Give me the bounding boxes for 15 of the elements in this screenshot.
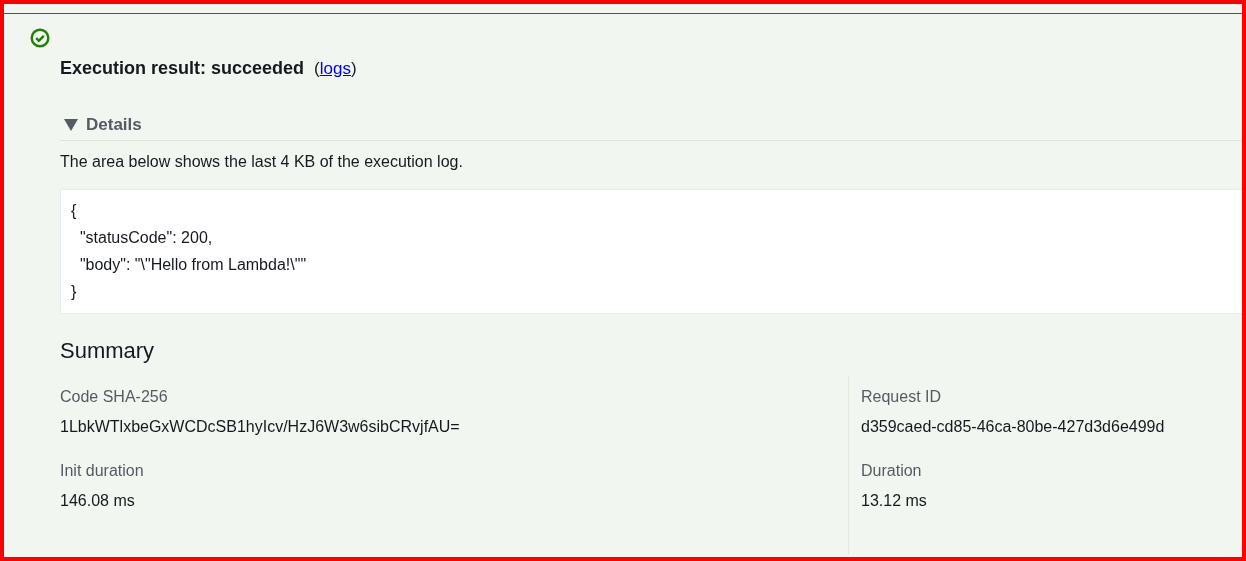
summary-heading: Summary — [60, 338, 156, 364]
field-value: 146.08 ms — [60, 491, 136, 511]
field-value: 13.12 ms — [861, 491, 928, 511]
description-text: The area below shows the last 4 KB of the execution log. — [60, 153, 464, 171]
logs-link[interactable]: (logs) — [314, 59, 357, 79]
result-title: Execution result: succeeded — [60, 58, 305, 79]
caret-icon — [64, 119, 78, 131]
field-value: 1LbkWTlxbeGxWCDcSB1hyIcv/HzJ6W3w6sibCRvjfAU= — [60, 417, 461, 437]
field-label: Request ID — [861, 387, 943, 407]
field-label: Init duration — [60, 461, 145, 481]
log-output: { "statusCode": 200, "body": "\"Hello from Lambda!\"" } — [60, 189, 1242, 314]
details-toggle[interactable]: Details — [60, 110, 1242, 141]
field-label: Duration — [861, 461, 923, 481]
field-value: d359caed-cd85-46ca-80be-427d3d6e499d — [861, 417, 1166, 437]
field-label: Code SHA-256 — [60, 387, 169, 407]
